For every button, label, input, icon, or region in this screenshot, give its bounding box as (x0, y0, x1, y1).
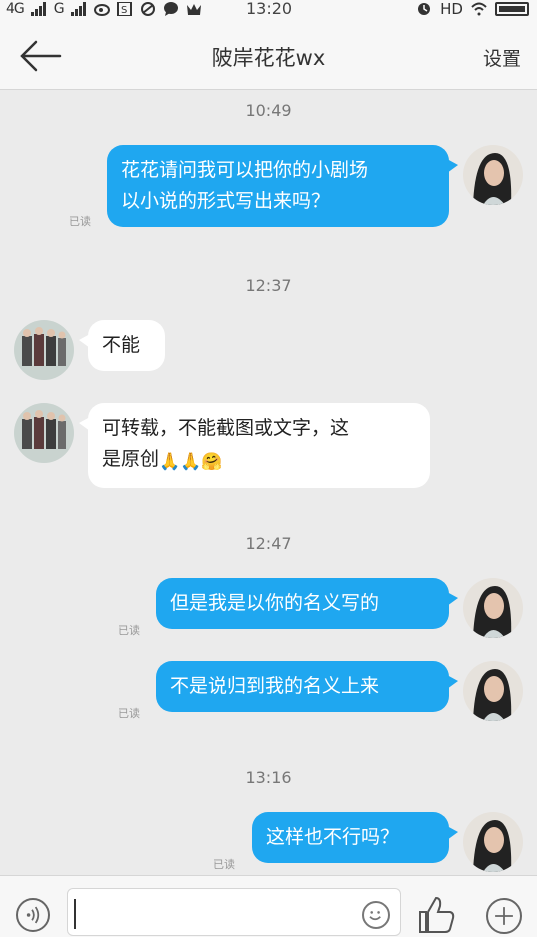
nav-bar: 陂岸花花wx 设置 (0, 18, 537, 90)
network-signal-label: 4G (6, 1, 25, 17)
emoji-smile-icon[interactable] (362, 901, 390, 929)
timestamp: 12:37 (245, 276, 292, 295)
message-text: 但是我是以你的名义写的 (170, 592, 380, 614)
status-time: 13:20 (246, 0, 293, 18)
chat-title: 陂岸花花wx (211, 46, 326, 70)
sync-icon (140, 2, 155, 16)
message-bubble-received[interactable]: 可转载，不能截图或文字，这 是原创🙏🙏🤗 (79, 403, 430, 488)
input-bar (0, 875, 537, 937)
thumbs-up-icon[interactable] (416, 894, 456, 934)
voice-icon[interactable] (16, 898, 50, 932)
add-plus-icon[interactable] (486, 898, 522, 934)
read-receipt: 已读 (118, 707, 140, 720)
message-text: 不是说归到我的名义上来 (170, 675, 380, 697)
chat-area[interactable]: 10:49 已读 花花请问我可以把你的小剧场 以小说的形式写出来吗？ 12:37… (0, 91, 537, 875)
timestamp: 13:16 (245, 768, 292, 787)
timestamp: 12:47 (245, 534, 292, 553)
second-network-label: G (53, 1, 65, 17)
hd-label: HD (440, 0, 463, 18)
read-receipt: 已读 (118, 624, 140, 637)
weibo-icon (93, 4, 110, 16)
read-receipt: 已读 (213, 858, 235, 871)
message-text: 这样也不行吗？ (266, 826, 400, 848)
message-bubble-sent[interactable]: 这样也不行吗？ (252, 812, 458, 863)
status-bar: 4G G S 13:20 HD (0, 0, 537, 18)
message-text: 是原创 (102, 448, 160, 470)
pray-emoji-icon: 🙏 (159, 452, 181, 472)
signal-bars-icon (70, 2, 86, 16)
message-text: 不能 (102, 334, 141, 356)
contact-avatar[interactable] (14, 320, 74, 380)
crown-icon (186, 4, 201, 15)
signal-bars-icon (30, 2, 46, 16)
timestamp: 10:49 (245, 101, 292, 120)
message-text: 花花请问我可以把你的小剧场 以小说的形式写出来吗？ (121, 159, 369, 212)
alarm-icon (418, 3, 431, 15)
message-bubble-received[interactable]: 不能 (79, 320, 165, 371)
my-avatar[interactable] (463, 661, 523, 721)
settings-button[interactable]: 设置 (483, 44, 521, 71)
my-avatar[interactable] (463, 812, 523, 872)
message-bubble-sent[interactable]: 不是说归到我的名义上来 (156, 661, 458, 712)
contact-avatar[interactable] (14, 403, 74, 463)
battery-icon (495, 2, 529, 16)
message-icon (163, 2, 178, 16)
my-avatar[interactable] (463, 578, 523, 638)
message-input[interactable] (67, 888, 401, 936)
read-receipt: 已读 (69, 215, 91, 228)
hug-emoji-icon: 🤗 (201, 452, 223, 472)
pray-emoji-icon: 🙏 (180, 452, 202, 472)
text-cursor (74, 899, 76, 929)
message-bubble-sent[interactable]: 花花请问我可以把你的小剧场 以小说的形式写出来吗？ (107, 145, 458, 227)
svg-text:S: S (121, 5, 127, 16)
s-app-icon: S (116, 2, 132, 16)
message-text: 可转载，不能截图或文字，这 (102, 417, 350, 439)
my-avatar[interactable] (463, 145, 523, 205)
message-bubble-sent[interactable]: 但是我是以你的名义写的 (156, 578, 458, 629)
wifi-icon (471, 2, 487, 16)
